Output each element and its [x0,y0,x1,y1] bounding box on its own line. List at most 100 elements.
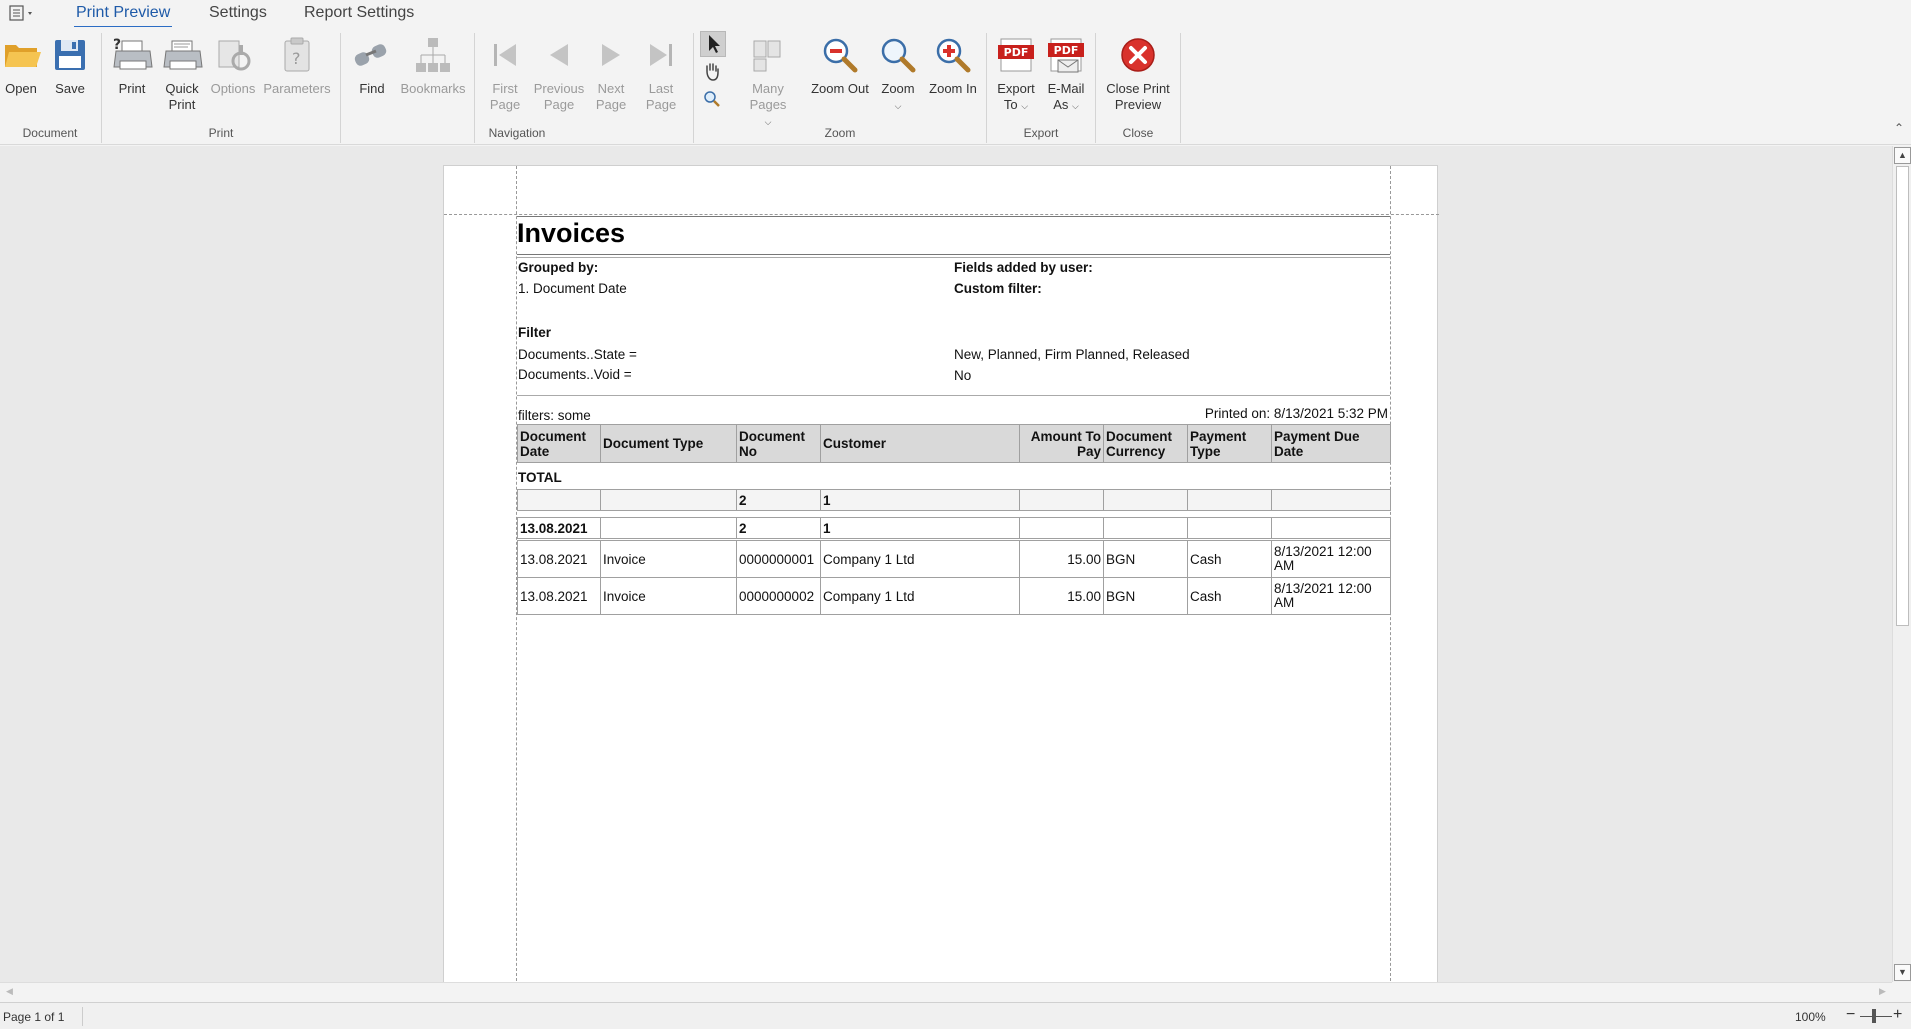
table-cell [600,517,737,539]
hand-tool[interactable] [700,59,726,85]
zoom-out-button[interactable]: Zoom Out [808,33,872,97]
zoom-in-button[interactable]: Zoom In [924,33,982,97]
title-bottom-rule [517,254,1390,255]
zoom-plus-icon[interactable]: + [1893,1006,1902,1024]
folder-open-icon [0,33,44,77]
scroll-up-arrow-icon[interactable]: ▲ [1894,147,1911,164]
tab-print-preview[interactable]: Print Preview [74,3,173,29]
group-row: 13.08.2021 2 1 [517,517,1391,539]
table-cell: 2 [736,489,821,511]
horizontal-scrollbar[interactable]: ◀ ▶ [0,982,1892,1002]
zoom-icon [876,33,920,77]
bookmarks-button[interactable]: Bookmarks [398,33,468,97]
pointer-tool[interactable] [700,31,726,57]
zoom-slider-track[interactable] [1860,1016,1892,1017]
binoculars-icon [350,33,394,77]
group-label-navigation: Navigation [488,126,546,140]
fields-added-label: Fields added by user: [954,260,1093,275]
close-print-preview-button[interactable]: Close Print Preview [1100,33,1176,113]
report-title: Invoices [517,218,626,248]
close-circle-icon [1116,33,1160,77]
previous-page-button[interactable]: Previous Page [532,33,586,113]
tab-report-settings[interactable]: Report Settings [302,3,416,26]
total-table: 2 1 [517,489,1391,511]
quick-print-button[interactable]: Quick Print [158,33,206,113]
table-cell: Invoice [600,577,737,615]
vertical-scroll-thumb[interactable] [1896,166,1909,626]
magnifier-tool[interactable] [700,87,726,113]
next-page-button[interactable]: Next Page [588,33,634,113]
table-cell [600,489,737,511]
filter-value: No [954,368,972,383]
scroll-right-arrow-icon[interactable]: ▶ [1874,984,1891,1001]
export-to-label: Export To [997,81,1035,112]
table-cell: 2 [736,517,821,539]
table-cell [1271,489,1391,511]
scroll-left-arrow-icon[interactable]: ◀ [1,984,18,1001]
table-cell: 0000000001 [736,540,821,578]
first-page-button[interactable]: First Page [481,33,529,113]
column-header: Payment Due Date [1271,424,1391,463]
table-cell: 0000000002 [736,577,821,615]
filters-rule [517,395,1390,396]
options-button[interactable]: Options [208,33,258,97]
magnifier-icon [704,91,720,107]
previous-page-icon [537,33,581,77]
group-table: 13.08.2021 2 1 [517,517,1391,539]
zoom-button[interactable]: Zoom ⌵ [876,33,920,114]
table-cell: BGN [1103,577,1188,615]
table-cell [517,489,601,511]
grouped-by-label: Grouped by: [518,260,599,275]
page-info: Page 1 of 1 [3,1010,65,1024]
table-cell: 8/13/2021 12:00 AM [1271,540,1391,578]
table-cell: Invoice [600,540,737,578]
save-button[interactable]: Save [48,33,92,97]
floppy-disk-icon [48,33,92,77]
ribbon: Open Save Document ? Print Quick Print O… [0,27,1911,145]
vertical-scrollbar[interactable]: ▲ ▼ [1892,146,1911,982]
chevron-down-icon: ⌵ [894,101,902,111]
export-to-button[interactable]: PDF Export To ⌵ [992,33,1040,114]
table-cell: 13.08.2021 [517,540,601,578]
many-pages-icon [746,33,790,77]
pointer-icon [709,35,720,53]
zoom-minus-icon[interactable]: − [1846,1006,1855,1024]
group-separator [1180,33,1181,143]
tab-settings[interactable]: Settings [207,3,269,26]
filter-heading: Filter [518,325,552,340]
print-button[interactable]: ? Print [108,33,156,97]
svg-text:PDF: PDF [1004,46,1029,59]
many-pages-button[interactable]: Many Pages ⌵ [732,33,804,130]
column-header: Document Date [517,424,601,463]
table-cell: Company 1 Ltd [820,540,1020,578]
printer-help-icon: ? [110,33,154,77]
parameters-button[interactable]: ? Parameters [262,33,332,97]
last-page-button[interactable]: Last Page [636,33,686,113]
find-button[interactable]: Find [348,33,396,97]
document-list-icon [9,5,32,21]
table-row: 13.08.2021 Invoice 0000000002 Company 1 … [517,577,1391,615]
pdf-export-icon: PDF [994,33,1038,77]
zoom-slider-thumb[interactable] [1872,1009,1876,1023]
preview-viewer[interactable]: Invoices Grouped by: 1. Document Date Fi… [0,146,1892,982]
printer-options-icon [211,33,255,77]
scroll-down-arrow-icon[interactable]: ▼ [1894,964,1911,981]
table-row: 13.08.2021 Invoice 0000000001 Company 1 … [517,540,1391,578]
filter-value: New, Planned, Firm Planned, Released [954,347,1190,362]
first-page-icon [483,33,527,77]
total-row: 2 1 [517,489,1391,511]
email-as-button[interactable]: PDF E-Mail As ⌵ [1042,33,1090,114]
open-button[interactable]: Open [0,33,42,97]
table-cell: Cash [1187,540,1272,578]
printed-on: Printed on: 8/13/2021 5:32 PM [1204,406,1388,421]
ribbon-collapse-chevron-icon[interactable]: ⌃ [1891,121,1907,137]
title-bottom-rule-thin [517,257,1390,258]
table-cell: 15.00 [1019,540,1104,578]
table-cell [1019,489,1104,511]
grouped-by-value: 1. Document Date [518,281,627,296]
detail-table: 13.08.2021 Invoice 0000000001 Company 1 … [517,540,1391,615]
total-label: TOTAL [518,470,562,485]
table-cell [1271,517,1391,539]
group-label-close: Close [1122,126,1154,140]
app-menu-button[interactable] [9,4,39,22]
